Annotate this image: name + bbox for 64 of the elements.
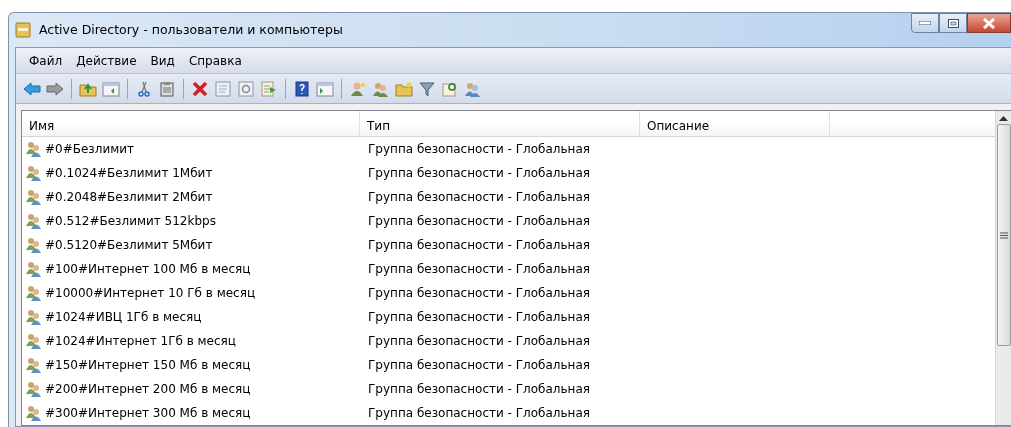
window-icon [15, 22, 31, 38]
group-name[interactable]: #150#Интернет 150 Мб в месяц [45, 356, 251, 374]
group-type: Группа безопасности - Глобальная [368, 238, 590, 252]
group-icon [25, 357, 43, 373]
refresh-icon[interactable] [236, 79, 256, 98]
group-icon [25, 213, 43, 229]
maximize-icon [947, 18, 959, 28]
window-title: Active Directory - пользователи и компьютеры [39, 20, 343, 39]
close-button[interactable] [967, 13, 1011, 33]
column-header[interactable]: Имя [22, 111, 55, 135]
group-icon [25, 333, 43, 349]
group-icon [25, 165, 43, 181]
group-icon [25, 309, 43, 325]
menu-item[interactable]: Справка [181, 51, 249, 70]
maximize-button[interactable] [939, 13, 967, 33]
menu-item[interactable]: Вид [143, 51, 182, 70]
group-type: Группа безопасности - Глобальная [368, 286, 590, 300]
minimize-icon [919, 21, 931, 25]
group-type: Группа безопасности - Глобальная [368, 190, 590, 204]
group-icon [25, 285, 43, 301]
group-type: Группа безопасности - Глобальная [368, 358, 590, 372]
group-name[interactable]: #0.2048#Безлимит 2Мбит [45, 188, 213, 206]
menu-item[interactable]: Действие [69, 51, 144, 70]
minimize-button[interactable] [911, 13, 939, 33]
close-icon [982, 17, 996, 29]
group-type: Группа безопасности - Глобальная [368, 406, 590, 420]
properties-icon[interactable] [213, 79, 233, 98]
group-name[interactable]: #1024#ИВЦ 1Гб в месяц [45, 308, 202, 326]
filter-icon[interactable] [417, 79, 437, 98]
grip-icon [999, 231, 1008, 239]
group-name[interactable]: #1024#Интернет 1Гб в месяц [45, 332, 236, 350]
column-header[interactable]: Тип [360, 111, 390, 135]
group-type: Группа безопасности - Глобальная [368, 214, 590, 228]
scroll-thumb[interactable] [996, 124, 1011, 346]
clipboard-icon[interactable] [157, 79, 177, 98]
group-type: Группа безопасности - Глобальная [368, 262, 590, 276]
group-name[interactable]: #0#Безлимит [45, 140, 135, 158]
group-icon [25, 141, 43, 157]
help-icon[interactable] [292, 79, 312, 98]
delete-icon[interactable] [190, 79, 210, 98]
group-type: Группа безопасности - Глобальная [368, 310, 590, 324]
group-name[interactable]: #0.5120#Безлимит 5Мбит [45, 236, 213, 254]
group-icon [25, 189, 43, 205]
group-name[interactable]: #10000#Интернет 10 Гб в месяц [45, 284, 256, 302]
group-icon [25, 405, 43, 421]
group-type: Группа безопасности - Глобальная [368, 334, 590, 348]
group-type: Группа безопасности - Глобальная [368, 382, 590, 396]
column-header[interactable]: Описание [640, 111, 710, 135]
group-name[interactable]: #300#Интернет 300 Мб в месяц [45, 404, 251, 422]
scrollbar[interactable] [995, 111, 1011, 425]
group-name[interactable]: #0.512#Безлимит 512kbps [45, 212, 216, 230]
back-arrow-icon[interactable] [22, 79, 42, 98]
group-icon [25, 237, 43, 253]
group-icon [25, 381, 43, 397]
group-type: Группа безопасности - Глобальная [368, 142, 590, 156]
group-name[interactable]: #100#Интернет 100 Мб в месяц [45, 260, 251, 278]
forward-arrow-icon[interactable] [45, 79, 65, 98]
scroll-up-icon[interactable] [999, 115, 1008, 121]
menu-item[interactable]: Файл [22, 51, 70, 70]
panel-icon[interactable] [101, 79, 121, 98]
group-type: Группа безопасности - Глобальная [368, 166, 590, 180]
group-icon [25, 261, 43, 277]
group-name[interactable]: #200#Интернет 200 Мб в месяц [45, 380, 251, 398]
group-name[interactable]: #0.1024#Безлимит 1Мбит [45, 164, 213, 182]
